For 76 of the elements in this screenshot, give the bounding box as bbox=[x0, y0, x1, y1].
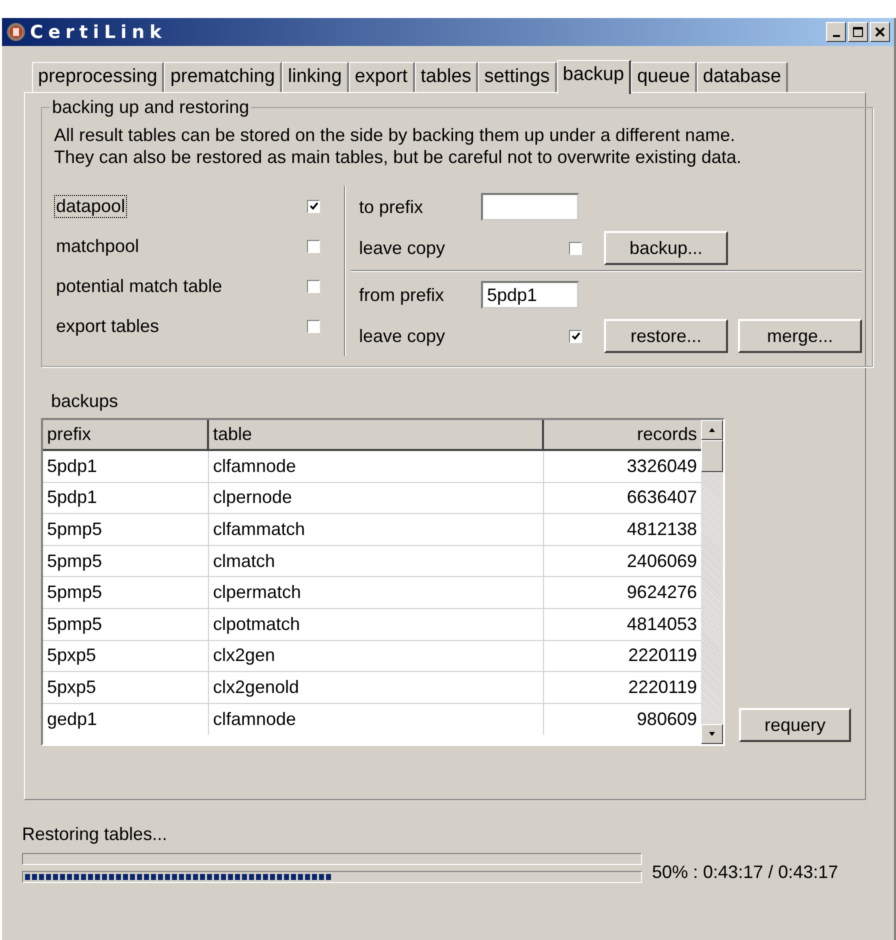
table-cell-text: 9624276 bbox=[626, 581, 698, 604]
merge-button[interactable]: merge... bbox=[738, 319, 862, 353]
table-cell-text: 3326049 bbox=[626, 454, 698, 478]
requery-button[interactable]: requery bbox=[739, 708, 851, 742]
table-cell: clpernode bbox=[209, 482, 544, 514]
table-cell: 5pdp1 bbox=[43, 451, 209, 482]
table-cell: 5pdp1 bbox=[43, 482, 209, 514]
group-title: backing up and restoring bbox=[51, 97, 250, 118]
table-cell: clpermatch bbox=[209, 577, 544, 608]
progress-reading: 50% : 0:43:17 / 0:43:17 bbox=[652, 862, 838, 883]
tab[interactable]: settings bbox=[478, 62, 557, 92]
prefix-label: to prefix bbox=[359, 196, 424, 218]
table-cell: clfamnode bbox=[209, 704, 544, 736]
table-option-label: datapool bbox=[54, 194, 128, 218]
table-cell: 5pmp5 bbox=[43, 608, 209, 640]
table-cell: 5pmp5 bbox=[43, 514, 209, 545]
close-button[interactable] bbox=[870, 22, 890, 42]
restore-button[interactable]: restore... bbox=[604, 319, 728, 353]
prefix-label: from prefix bbox=[359, 284, 446, 306]
checkbox[interactable] bbox=[307, 200, 320, 212]
tab[interactable]: queue bbox=[631, 62, 697, 92]
column-header[interactable]: table bbox=[209, 420, 544, 449]
tab[interactable]: preprocessing bbox=[32, 62, 164, 92]
column-header[interactable]: records bbox=[544, 420, 701, 449]
table-cell-text: 2220119 bbox=[627, 676, 698, 699]
table-cell: clx2gen bbox=[209, 640, 544, 672]
prefix-field[interactable]: 5pdp1 bbox=[481, 281, 579, 309]
tab[interactable]: backup bbox=[556, 60, 632, 94]
table-cell-text: 2406069 bbox=[626, 550, 698, 573]
table-cell-text: 4812138 bbox=[626, 518, 698, 541]
tab[interactable]: prematching bbox=[164, 62, 282, 92]
minimize-icon bbox=[832, 35, 840, 37]
window-title: CertiLink bbox=[30, 22, 166, 42]
checkbox[interactable] bbox=[569, 330, 582, 342]
leave-copy-label: leave copy bbox=[359, 238, 446, 258]
maximize-button[interactable] bbox=[848, 22, 868, 42]
table-cell-text: 2220119 bbox=[627, 644, 698, 668]
table-cell: clfammatch bbox=[209, 514, 544, 545]
table-option-label: matchpool bbox=[55, 234, 140, 258]
status-message: Restoring tables... bbox=[22, 824, 168, 845]
table-cell-text: 6636407 bbox=[626, 486, 698, 510]
table-cell: clmatch bbox=[209, 546, 544, 576]
table-cell: 5pxp5 bbox=[43, 640, 209, 672]
table-cell: gedp1 bbox=[43, 704, 209, 736]
tab[interactable]: tables bbox=[414, 62, 478, 92]
checkbox[interactable] bbox=[307, 320, 320, 332]
prefix-field[interactable] bbox=[481, 193, 579, 221]
scroll-thumb[interactable] bbox=[701, 440, 723, 472]
table-cell: clx2genold bbox=[209, 672, 544, 703]
description-text: All result tables can be stored on the side by backing them up under a different name. They can also be restored as main tables, but be careful not to overwrite existing data. bbox=[54, 124, 742, 168]
tab[interactable]: database bbox=[696, 62, 788, 92]
table-cell: 5pmp5 bbox=[43, 546, 209, 576]
maximize-icon bbox=[852, 26, 864, 38]
tab[interactable]: linking bbox=[282, 62, 349, 92]
table-option-label: potential match table bbox=[55, 274, 224, 298]
table-cell: clpotmatch bbox=[209, 608, 544, 640]
backups-label: backups bbox=[51, 391, 120, 412]
column-header[interactable]: prefix bbox=[43, 420, 209, 449]
leave-copy-label: leave copy bbox=[359, 326, 446, 346]
scroll-up-icon[interactable] bbox=[701, 420, 723, 440]
table-option-label: export tables bbox=[55, 314, 160, 338]
tab[interactable]: export bbox=[348, 62, 415, 92]
app-logo-icon bbox=[6, 22, 26, 42]
minimize-button[interactable] bbox=[826, 22, 846, 42]
checkbox[interactable] bbox=[307, 240, 320, 252]
table-cell: 5pxp5 bbox=[43, 672, 209, 703]
scrollbar[interactable] bbox=[701, 420, 723, 744]
table-cell-text: 4814053 bbox=[626, 612, 698, 636]
table-cell: clfamnode bbox=[209, 451, 544, 482]
table-cell: 5pmp5 bbox=[43, 577, 209, 608]
close-icon bbox=[874, 26, 886, 38]
scroll-down-icon[interactable] bbox=[701, 724, 723, 744]
backup-button[interactable]: backup... bbox=[604, 231, 728, 265]
checkbox[interactable] bbox=[569, 242, 582, 254]
table-cell-text: 980609 bbox=[636, 708, 698, 732]
checkbox[interactable] bbox=[307, 280, 320, 292]
